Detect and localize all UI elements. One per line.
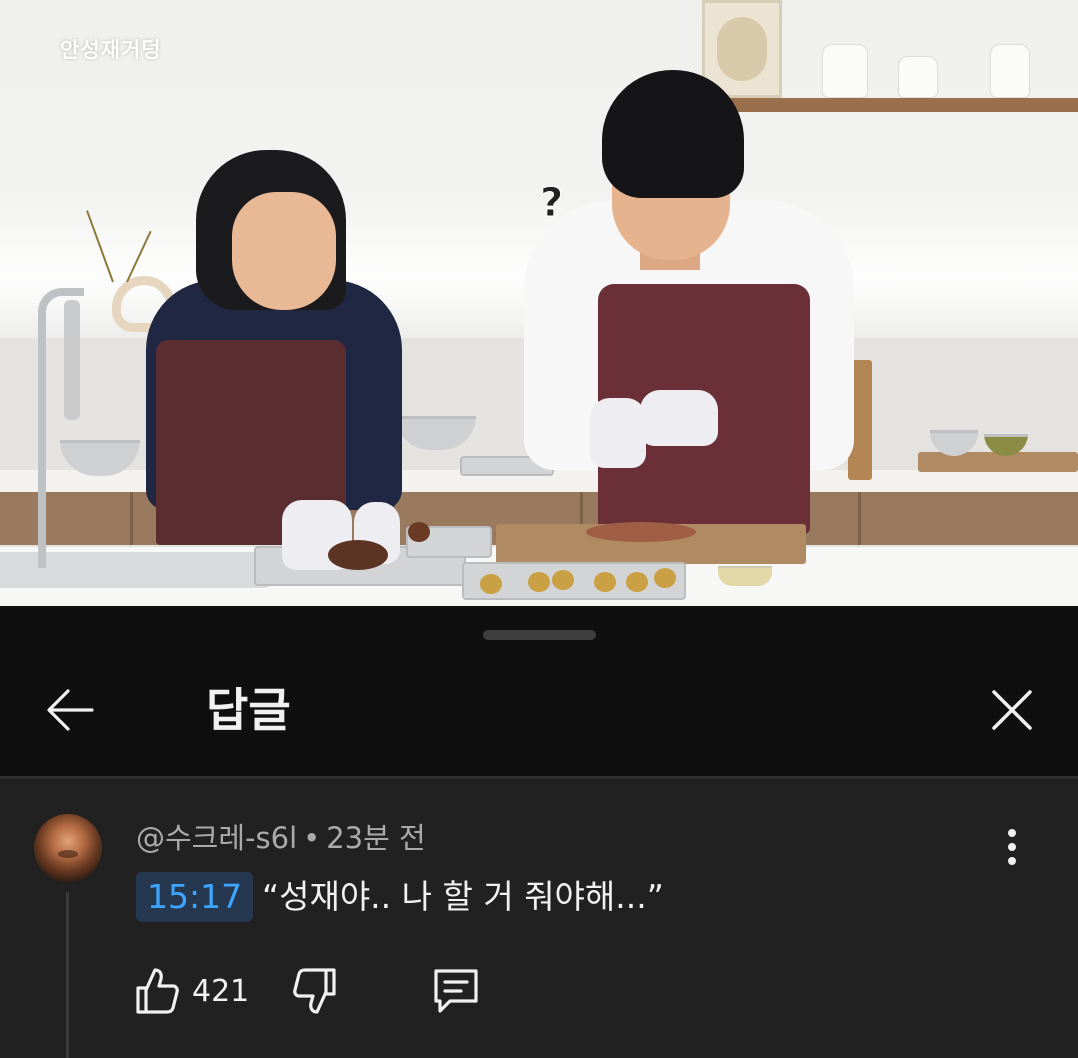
arrow-left-icon [47,689,94,731]
faucet-head [64,300,80,420]
food-ball [654,568,676,588]
comment-meta: @수크레-s6l • 23분 전 [136,816,426,860]
chocolate-ball [408,522,430,542]
author-handle[interactable]: @수크레-s6l [136,821,297,855]
comment-time: 23분 전 [326,821,426,855]
comment-text: “성재야.. 나 할 거 줘야해...” [262,877,664,916]
more-vert-icon[interactable] [990,822,1034,872]
wall-shelf [730,98,1078,112]
drag-handle[interactable] [483,630,596,640]
back-cutting-board [918,452,1078,472]
reply-icon [434,969,478,1013]
jar [990,44,1030,98]
mug [898,56,938,98]
video-player[interactable]: ? 안성재거덩 [0,0,1078,606]
food-ball [626,572,648,592]
chef-hair [602,70,744,198]
avatar[interactable] [34,814,102,882]
food-ball [594,572,616,592]
close-icon [992,690,1032,730]
back-button[interactable] [38,678,102,742]
like-count: 421 [192,973,250,1009]
food-ball [552,570,574,590]
channel-logo: 안성재거덩 [60,38,162,62]
like-button[interactable]: 421 [134,964,249,1018]
reply-button[interactable] [430,964,482,1018]
close-button[interactable] [980,678,1044,742]
food-ball [528,572,550,592]
dislike-button[interactable] [292,964,338,1018]
thumbs-up-icon [136,968,179,1014]
small-dish [718,566,772,586]
chef-glove [590,398,646,468]
pitcher [822,44,868,98]
thread-line [66,892,69,1058]
dough [586,522,696,542]
caption-question-mark: ? [539,180,564,227]
meta-separator: • [303,821,321,855]
food-ball [480,574,502,594]
timestamp-link[interactable]: 15:17 [136,872,254,922]
chocolate-dough [328,540,388,570]
sheet-title: 답글 [206,683,291,737]
girl-face [232,192,336,310]
thumbs-down-icon [293,968,336,1014]
chef-glove [640,390,718,446]
